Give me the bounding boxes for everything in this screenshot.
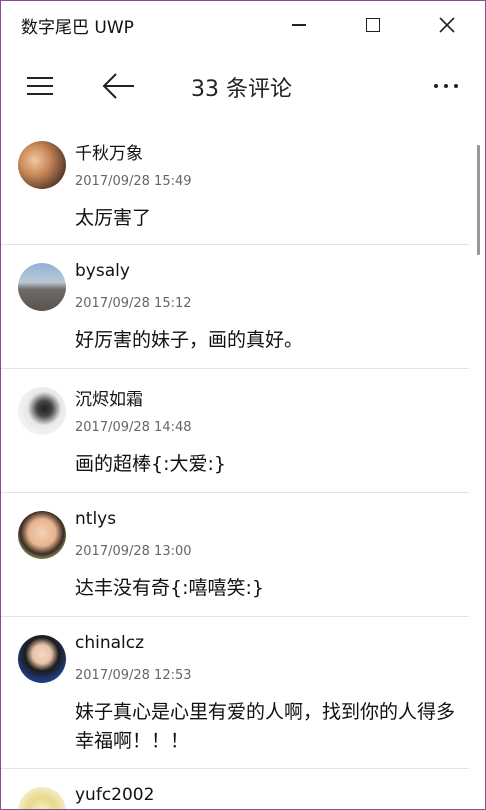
avatar[interactable] (18, 511, 66, 559)
comment-timestamp: 2017/09/28 13:00 (75, 544, 192, 559)
arrow-left-icon (102, 73, 134, 99)
comment-username[interactable]: yufc2002 (75, 785, 154, 805)
page-title: 33 条评论 (191, 77, 292, 102)
comment-username[interactable]: chinalcz (75, 633, 144, 653)
scrollbar-thumb[interactable] (477, 145, 480, 255)
hamburger-icon (27, 77, 53, 79)
comment-item[interactable]: chinalcz 2017/09/28 12:53 妹子真心是心里有爱的人啊，找… (1, 617, 469, 769)
back-button[interactable] (97, 67, 141, 105)
app-title: 数字尾巴 UWP (21, 18, 134, 38)
app-toolbar: 33 条评论 (1, 61, 485, 111)
more-horizontal-icon (434, 84, 438, 88)
comment-text: 好厉害的妹子，画的真好。 (75, 329, 304, 351)
comment-text: 妹子真心是心里有爱的人啊，找到你的人得多幸福啊！！！ (75, 701, 456, 752)
minimize-button[interactable] (263, 1, 335, 49)
comment-item[interactable]: yufc2002 (1, 769, 469, 809)
comment-text: 达丰没有奇{:嘻嘻笑:} (75, 577, 264, 599)
maximize-icon (366, 18, 380, 32)
title-bar: 数字尾巴 UWP (1, 1, 485, 49)
more-options-button[interactable] (421, 67, 471, 105)
comment-timestamp: 2017/09/28 15:49 (75, 174, 192, 189)
avatar[interactable] (18, 141, 66, 189)
comment-text: 画的超棒{:大爱:} (75, 453, 226, 475)
comment-item[interactable]: 千秋万象 2017/09/28 15:49 太厉害了 (1, 123, 469, 245)
avatar[interactable] (18, 263, 66, 311)
comment-timestamp: 2017/09/28 14:48 (75, 420, 192, 435)
close-icon (439, 17, 455, 33)
comment-item[interactable]: ntlys 2017/09/28 13:00 达丰没有奇{:嘻嘻笑:} (1, 493, 469, 617)
comment-item[interactable]: 沉烬如霜 2017/09/28 14:48 画的超棒{:大爱:} (1, 369, 469, 493)
comment-timestamp: 2017/09/28 15:12 (75, 296, 192, 311)
comment-timestamp: 2017/09/28 12:53 (75, 668, 192, 683)
comment-text: 太厉害了 (75, 207, 152, 229)
hamburger-menu-button[interactable] (19, 69, 63, 103)
comment-username[interactable]: ntlys (75, 509, 116, 529)
avatar[interactable] (18, 635, 66, 683)
minimize-icon (292, 24, 306, 26)
comment-username[interactable]: 沉烬如霜 (75, 385, 143, 410)
close-button[interactable] (411, 1, 483, 49)
comment-username[interactable]: 千秋万象 (75, 139, 143, 164)
comment-list[interactable]: 千秋万象 2017/09/28 15:49 太厉害了 bysaly 2017/0… (1, 123, 485, 809)
avatar[interactable] (18, 387, 66, 435)
comment-item[interactable]: bysaly 2017/09/28 15:12 好厉害的妹子，画的真好。 (1, 245, 469, 369)
app-window: 数字尾巴 UWP 33 条评论 千秋万象 2017/09/28 15:49 太厉… (0, 0, 486, 810)
comment-username[interactable]: bysaly (75, 261, 130, 281)
maximize-button[interactable] (337, 1, 409, 49)
avatar[interactable] (18, 787, 66, 809)
